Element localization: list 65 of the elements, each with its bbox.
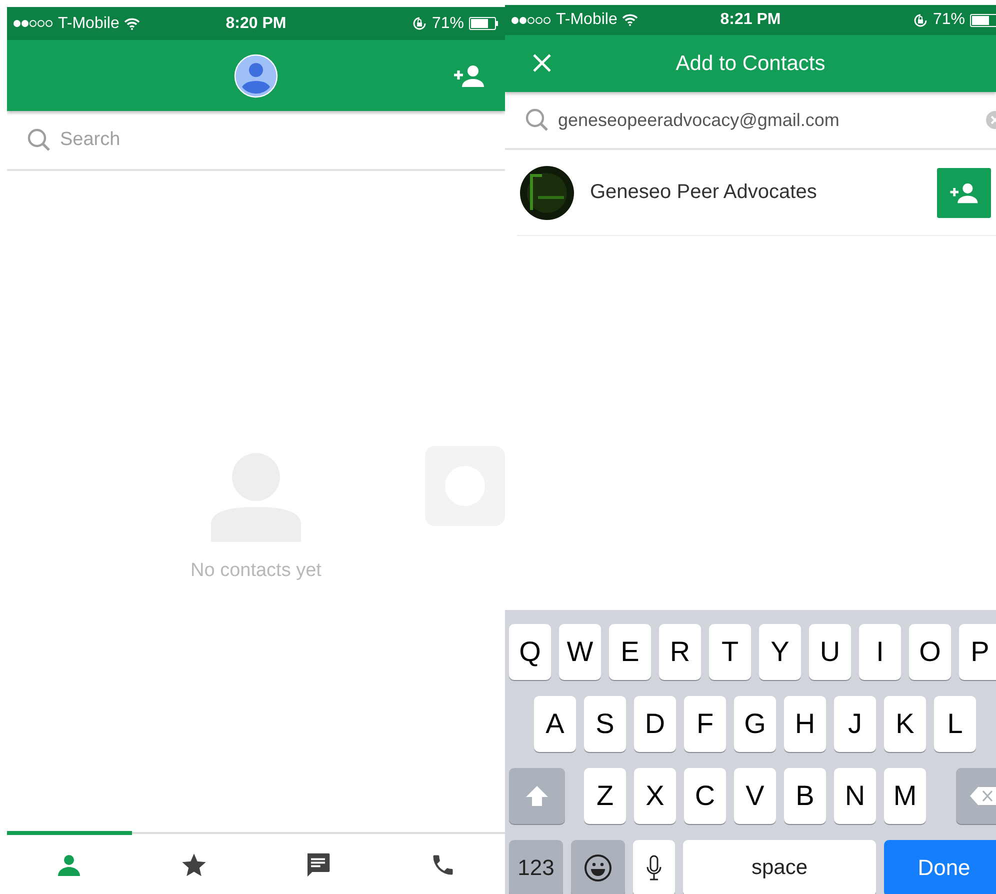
signal-icon	[13, 19, 53, 28]
rotation-lock-icon	[412, 16, 427, 31]
microphone-icon	[646, 855, 662, 881]
key[interactable]: P	[959, 624, 996, 680]
key[interactable]: T	[709, 624, 751, 680]
empty-message: No contacts yet	[190, 560, 322, 582]
wifi-icon	[124, 18, 140, 30]
key[interactable]: F	[684, 696, 726, 752]
battery-percent: 71%	[432, 14, 464, 32]
add-person-icon[interactable]	[453, 64, 485, 88]
numbers-key[interactable]: 123	[509, 840, 563, 894]
key[interactable]: C	[684, 768, 726, 824]
done-key[interactable]: Done	[884, 840, 996, 894]
wifi-icon	[622, 14, 638, 26]
add-contact-button[interactable]	[937, 168, 991, 218]
rotation-lock-icon	[912, 12, 928, 28]
key[interactable]: Z	[584, 768, 626, 824]
status-time: 8:20 PM	[226, 14, 286, 32]
profile-avatar-icon[interactable]	[234, 54, 278, 98]
battery-icon	[970, 14, 996, 26]
person-icon	[57, 852, 82, 876]
smiley-icon	[584, 854, 612, 882]
screen-title: Add to Contacts	[676, 52, 826, 76]
shift-key[interactable]	[509, 768, 565, 824]
key[interactable]: G	[734, 696, 776, 752]
battery-icon	[469, 17, 499, 30]
backspace-icon	[969, 786, 996, 806]
key[interactable]: M	[884, 768, 926, 824]
key[interactable]: S	[584, 696, 626, 752]
key[interactable]: U	[809, 624, 851, 680]
key[interactable]: X	[634, 768, 676, 824]
key[interactable]: J	[834, 696, 876, 752]
add-person-icon	[949, 182, 979, 204]
search-icon	[27, 128, 51, 152]
close-icon[interactable]	[532, 53, 552, 73]
key[interactable]: L	[934, 696, 976, 752]
key[interactable]: O	[909, 624, 951, 680]
key[interactable]: K	[884, 696, 926, 752]
search-icon	[525, 108, 549, 132]
signal-icon	[511, 16, 551, 24]
carrier-name: T-Mobile	[556, 11, 618, 29]
key[interactable]: N	[834, 768, 876, 824]
star-icon	[180, 852, 207, 878]
search-field[interactable]: geneseopeeradvocacy@gmail.com	[558, 110, 958, 130]
key[interactable]: R	[659, 624, 701, 680]
key[interactable]: Q	[509, 624, 551, 680]
key[interactable]: I	[859, 624, 901, 680]
emoji-key[interactable]	[571, 840, 625, 894]
contact-name: Geneseo Peer Advocates	[590, 181, 817, 204]
dictation-key[interactable]	[633, 840, 675, 894]
shift-icon	[525, 785, 549, 807]
key[interactable]: E	[609, 624, 651, 680]
backspace-key[interactable]	[956, 768, 996, 824]
key[interactable]: H	[784, 696, 826, 752]
key[interactable]: B	[784, 768, 826, 824]
space-key[interactable]: space	[683, 840, 876, 894]
key[interactable]: V	[734, 768, 776, 824]
battery-percent: 71%	[932, 11, 965, 29]
key[interactable]: Y	[759, 624, 801, 680]
carrier-name: T-Mobile	[58, 14, 120, 32]
key[interactable]: D	[634, 696, 676, 752]
status-time: 8:21 PM	[720, 11, 781, 29]
key[interactable]: W	[559, 624, 601, 680]
key[interactable]: A	[534, 696, 576, 752]
search-field[interactable]: Search	[60, 129, 360, 151]
